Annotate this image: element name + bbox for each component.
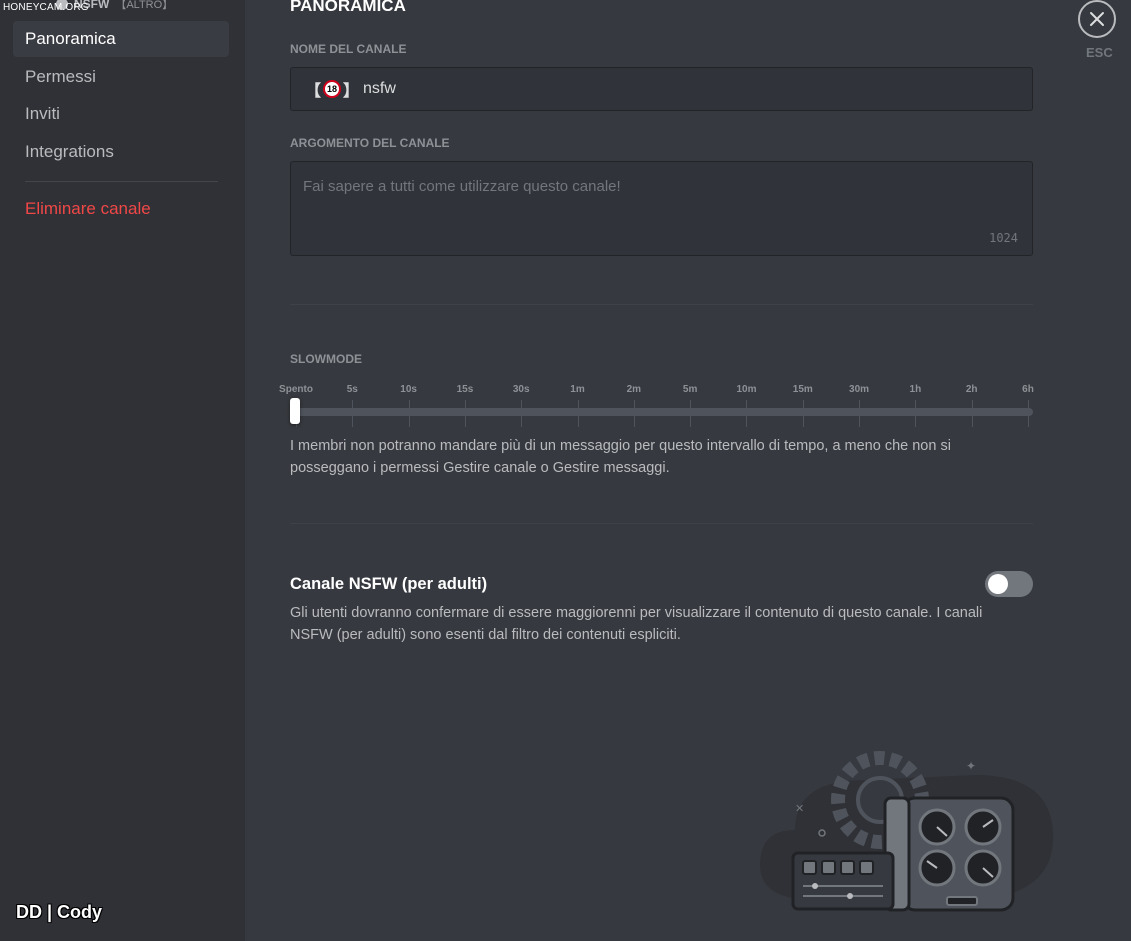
delete-channel-button[interactable]: Eliminare canale [13, 191, 229, 227]
channel-topic-input[interactable]: Fai sapere a tutti come utilizzare quest… [290, 161, 1033, 256]
slowmode-description: I membri non potranno mandare più di un … [290, 438, 951, 476]
settings-content: PANORAMICA NOME DEL CANALE 【18】 nsfw ARGO… [245, 0, 1131, 941]
channel-name-input[interactable]: 【18】 nsfw [290, 67, 1033, 111]
name-open-bracket: 【 [305, 83, 322, 100]
user-caption: DD | Cody [16, 902, 103, 922]
slowmode-stop-label: 5s [346, 384, 358, 395]
settings-sidebar: NSFW 【ALTRO】 Panoramica Permessi Inviti I… [0, 0, 245, 941]
esc-label: ESC [1086, 45, 1113, 60]
sidebar-item-integrations[interactable]: Integrations [13, 134, 229, 170]
channel-topic-label: ARGOMENTO DEL CANALE [290, 136, 450, 150]
channel-name-text: nsfw [363, 80, 396, 97]
svg-text:✦: ✦ [966, 759, 976, 773]
slowmode-slider-handle[interactable] [290, 398, 300, 424]
slowmode-stop-label: 30m [849, 384, 870, 395]
slowmode-stop-label: 15s [456, 384, 474, 395]
section-divider [290, 304, 1033, 305]
slowmode-stop-label: Spento [279, 384, 313, 395]
nsfw-description: Gli utenti dovranno confermare di essere… [290, 605, 983, 643]
sidebar-item-overview[interactable]: Panoramica [13, 21, 229, 57]
nsfw-title: Canale NSFW (per adulti) [290, 575, 488, 593]
settings-illustration: ✦ ✕ [760, 751, 1054, 912]
topic-char-counter: 1024 [989, 231, 1018, 245]
slowmode-stop-label: 2m [626, 384, 642, 395]
page-title: PANORAMICA [290, 0, 406, 15]
slowmode-stop-label: 5m [682, 384, 698, 395]
slowmode-stop-label: 1h [909, 384, 922, 395]
channel-name-label: NOME DEL CANALE [290, 42, 407, 56]
slowmode-stop-label: 1m [570, 384, 585, 395]
sidebar-item-invites[interactable]: Inviti [13, 96, 229, 132]
slowmode-stop-label: 10s [400, 384, 417, 395]
slowmode-stop-label: 6h [1022, 384, 1034, 395]
close-icon [1090, 12, 1104, 26]
sidebar-item-permissions[interactable]: Permessi [13, 59, 229, 95]
slowmode-label: SLOWMODE [290, 352, 362, 366]
watermark: HONEYCAM.ORG [3, 2, 89, 13]
slowmode-stop-label: 10m [736, 384, 757, 395]
nsfw-toggle[interactable] [985, 571, 1033, 597]
slowmode-slider-track[interactable] [294, 408, 1033, 416]
slowmode-stop-label: 30s [512, 384, 530, 395]
nsfw-toggle-knob [988, 574, 1008, 594]
section-divider [290, 523, 1033, 524]
topic-placeholder: Fai sapere a tutti come utilizzare quest… [303, 178, 621, 195]
slowmode-stop-label: 15m [792, 384, 813, 395]
sidebar-category-name: 【ALTRO】 [115, 0, 174, 11]
slowmode-stop-label: 2h [965, 384, 978, 395]
name-close-bracket: 】 [343, 83, 360, 100]
age-18-icon: 18 [323, 80, 342, 98]
close-button[interactable] [1078, 0, 1116, 38]
sidebar-separator [25, 181, 218, 182]
svg-text:✕: ✕ [795, 802, 804, 815]
